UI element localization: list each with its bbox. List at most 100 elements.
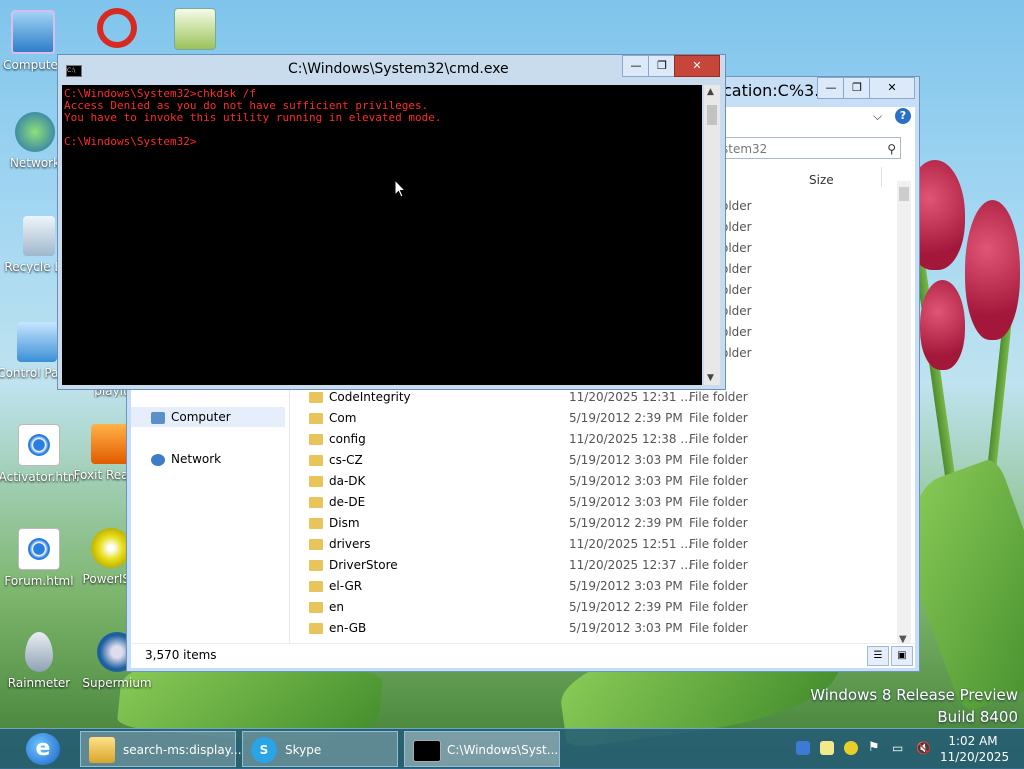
explorer-minimize-button[interactable]: —: [817, 77, 845, 99]
file-type: File folder: [689, 453, 748, 467]
nav-item-computer[interactable]: Computer: [131, 407, 285, 427]
ribbon-expand-icon[interactable]: ⌵: [873, 109, 882, 124]
search-icon: ⚲: [887, 142, 896, 156]
recycle-bin-icon: [23, 216, 55, 256]
file-row[interactable]: config 11/20/2025 12:38 ... File folder: [309, 429, 889, 450]
file-name: cs-CZ: [329, 453, 363, 467]
cmd-close-button[interactable]: ✕: [674, 55, 720, 77]
file-name: Com: [329, 411, 357, 425]
file-row[interactable]: el-GR 5/19/2012 3:03 PM File folder: [309, 576, 889, 597]
cmd-icon: [413, 740, 441, 762]
folder-icon: [309, 392, 323, 403]
help-icon[interactable]: ?: [895, 108, 911, 124]
file-row[interactable]: Dism 5/19/2012 2:39 PM File folder: [309, 513, 889, 534]
system-clock[interactable]: 1:02 AM 11/20/2025: [940, 733, 1009, 765]
chrome-html-icon: [18, 528, 60, 570]
tray-notes-icon[interactable]: [820, 741, 834, 755]
folder-icon: [309, 581, 323, 592]
file-type: File folder: [689, 579, 748, 593]
details-view-button[interactable]: ☰: [867, 646, 889, 666]
folder-icon: [309, 497, 323, 508]
cmd-window[interactable]: C:\ C:\Windows\System32\cmd.exe — ❐ ✕ C:…: [57, 54, 726, 390]
folder-icon: [89, 737, 115, 763]
internet-explorer-icon[interactable]: e: [26, 733, 60, 765]
volume-muted-icon[interactable]: 🔇: [916, 741, 931, 755]
taskbar-item-skype[interactable]: S Skype: [242, 731, 398, 767]
file-row[interactable]: DriverStore 11/20/2025 12:37 ... File fold…: [309, 555, 889, 576]
folder-icon: [309, 518, 323, 529]
file-date: 5/19/2012 3:03 PM: [569, 474, 683, 488]
taskbar-item-explorer[interactable]: search-ms:display...: [80, 731, 242, 767]
vertical-scrollbar[interactable]: ▼: [897, 181, 911, 645]
explorer-maximize-button[interactable]: ❐: [843, 77, 871, 99]
tray-disc-icon[interactable]: [844, 741, 858, 755]
desktop-icon-activator[interactable]: Activator.htm: [0, 424, 80, 484]
console-line: C:\Windows\System32>: [64, 135, 197, 148]
file-name: drivers: [329, 537, 371, 551]
file-date: 5/19/2012 2:39 PM: [569, 600, 683, 614]
cmd-scrollbar-thumb[interactable]: [707, 105, 717, 125]
file-date: 11/20/2025 12:31 ...: [569, 390, 692, 404]
file-date: 5/19/2012 2:39 PM: [569, 411, 683, 425]
taskbar-item-cmd[interactable]: C:\Windows\Syst...: [404, 731, 560, 767]
file-type: File folder: [689, 600, 748, 614]
action-center-flag-icon[interactable]: ⚑: [868, 741, 882, 755]
file-row[interactable]: cs-CZ 5/19/2012 3:03 PM File folder: [309, 450, 889, 471]
tray-app-icon[interactable]: [796, 741, 810, 755]
folder-icon: [309, 455, 323, 466]
desktop-icon-notepadpp[interactable]: [154, 8, 236, 54]
desktop-icon-rainmeter[interactable]: Rainmeter: [0, 632, 80, 690]
folder-icon: [309, 413, 323, 424]
file-type: File folder: [689, 495, 748, 509]
folder-icon: [309, 476, 323, 487]
cmd-maximize-button[interactable]: ❐: [648, 55, 676, 77]
cmd-scrollbar[interactable]: ▲ ▼: [704, 85, 720, 385]
search-input[interactable]: stem32 ⚲: [717, 137, 901, 159]
explorer-title: cation:C%3...: [723, 81, 830, 100]
file-date: 11/20/2025 12:37 ...: [569, 558, 692, 572]
control-panel-icon: [17, 322, 57, 362]
network-icon: [151, 453, 165, 466]
scroll-up-icon[interactable]: ▲: [707, 87, 714, 97]
cmd-icon: C:\: [66, 65, 82, 77]
file-row[interactable]: CodeIntegrity 11/20/2025 12:31 ... File fo…: [309, 387, 889, 408]
column-header-size[interactable]: Size: [809, 173, 834, 187]
notepadpp-icon: [174, 8, 216, 50]
network-tray-icon[interactable]: ▭: [892, 741, 906, 755]
scrollbar-thumb[interactable]: [899, 187, 909, 201]
nav-item-network[interactable]: Network: [131, 449, 285, 469]
file-type: File folder: [689, 537, 748, 551]
file-name: en-GB: [329, 621, 367, 635]
large-icons-view-button[interactable]: ▣: [891, 646, 913, 666]
folder-icon: [309, 602, 323, 613]
file-date: 5/19/2012 3:03 PM: [569, 621, 683, 635]
taskbar: e search-ms:display... S Skype C:\Window…: [0, 728, 1024, 769]
file-name: en: [329, 600, 344, 614]
file-type: File folder: [689, 516, 748, 530]
explorer-close-button[interactable]: ✕: [869, 77, 915, 99]
console-output[interactable]: C:\Windows\System32>chkdsk /f Access Deni…: [62, 85, 702, 385]
file-row[interactable]: drivers 11/20/2025 12:51 ... File folder: [309, 534, 889, 555]
folder-icon: [309, 539, 323, 550]
console-line: You have to invoke this utility running …: [64, 111, 442, 124]
file-name: DriverStore: [329, 558, 398, 572]
file-name: config: [329, 432, 366, 446]
cmd-titlebar[interactable]: C:\ C:\Windows\System32\cmd.exe — ❐ ✕: [58, 55, 725, 83]
desktop-icon-ccleaner[interactable]: [76, 8, 158, 52]
foxit-icon: [91, 424, 131, 464]
item-count: 3,570 items: [145, 648, 217, 662]
desktop-icon-forum[interactable]: Forum.html: [0, 528, 80, 588]
scroll-down-icon[interactable]: ▼: [707, 373, 714, 383]
file-type: File folder: [689, 411, 748, 425]
file-name: CodeIntegrity: [329, 390, 411, 404]
folder-icon: [309, 434, 323, 445]
file-type: File folder: [689, 558, 748, 572]
file-row[interactable]: en-GB 5/19/2012 3:03 PM File folder: [309, 618, 889, 639]
file-date: 5/19/2012 3:03 PM: [569, 453, 683, 467]
file-row[interactable]: en 5/19/2012 2:39 PM File folder: [309, 597, 889, 618]
file-row[interactable]: Com 5/19/2012 2:39 PM File folder: [309, 408, 889, 429]
file-date: 11/20/2025 12:51 ...: [569, 537, 692, 551]
file-row[interactable]: de-DE 5/19/2012 3:03 PM File folder: [309, 492, 889, 513]
cmd-minimize-button[interactable]: —: [622, 55, 650, 77]
file-row[interactable]: da-DK 5/19/2012 3:03 PM File folder: [309, 471, 889, 492]
